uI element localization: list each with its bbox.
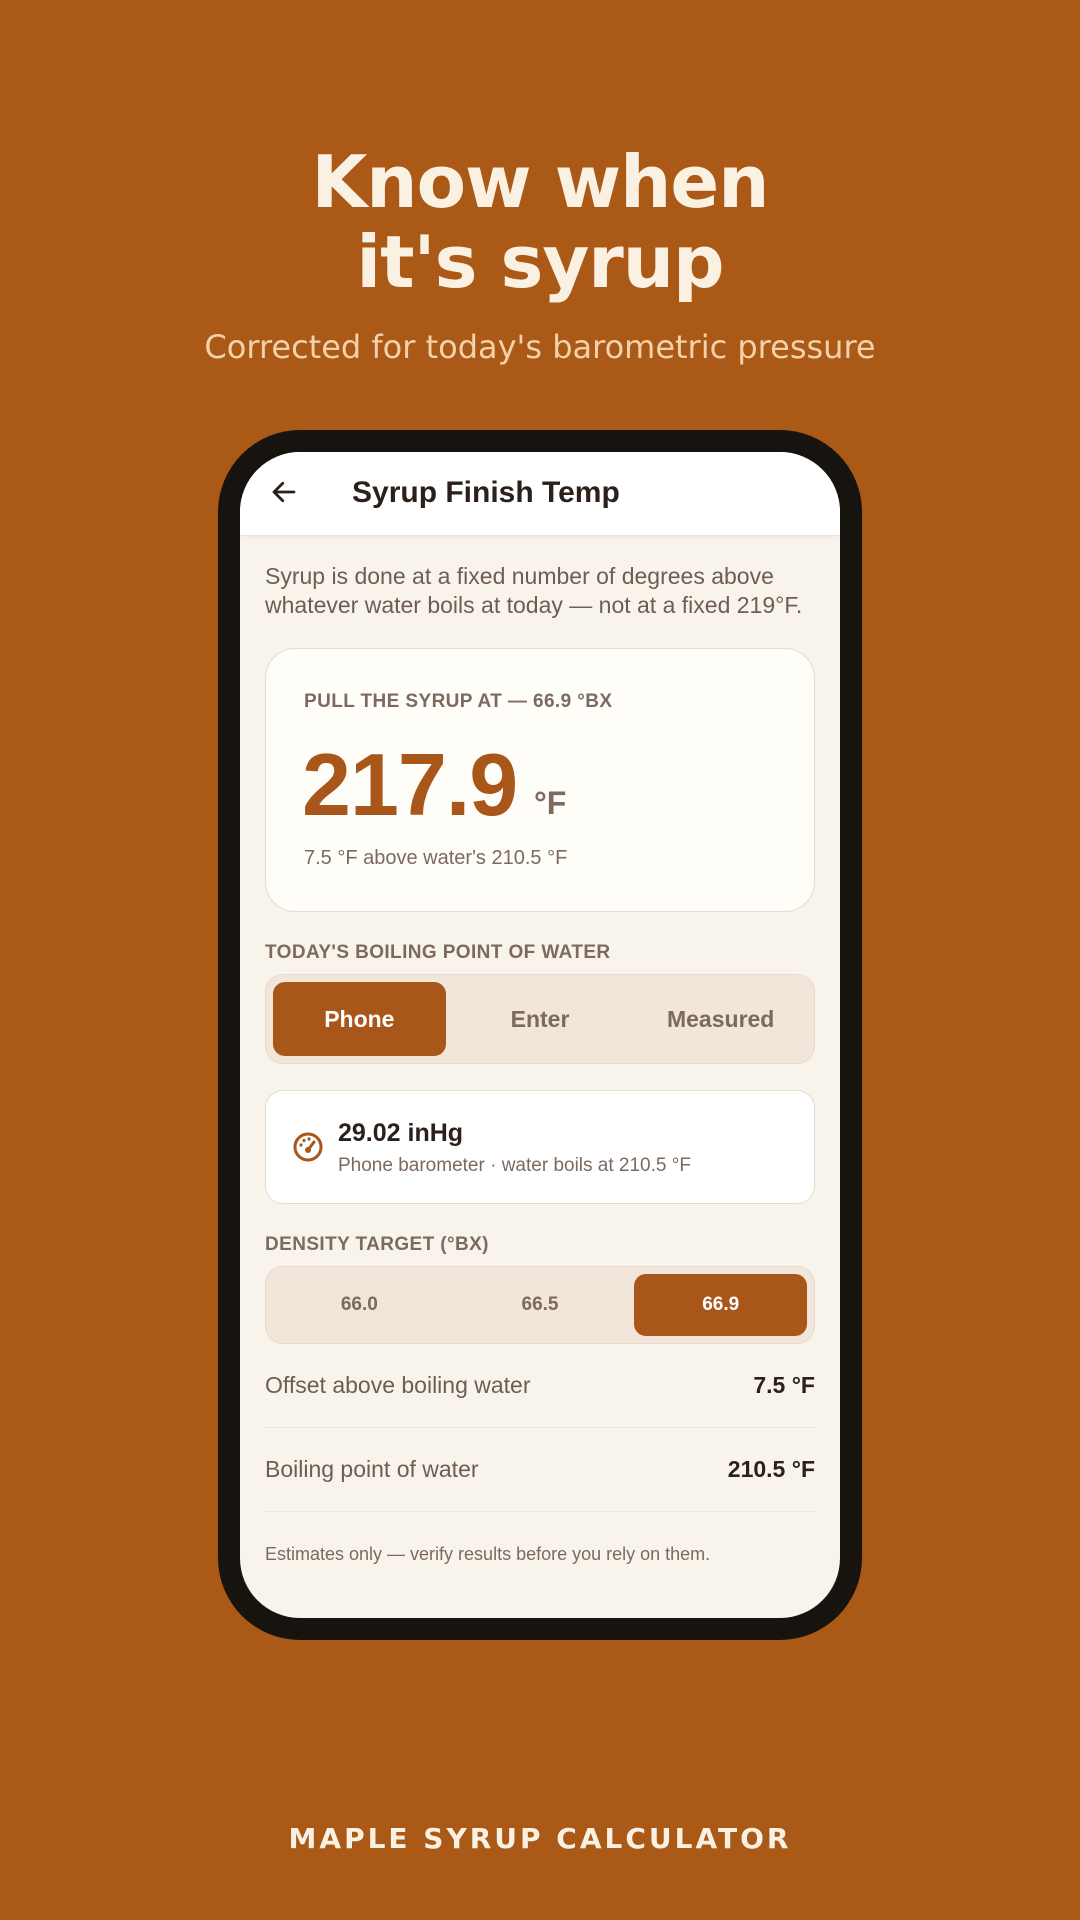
- boiling-source-enter[interactable]: Enter: [454, 982, 627, 1056]
- boiling-point-row: Boiling point of water 210.5 °F: [265, 1428, 815, 1512]
- boiling-source-phone[interactable]: Phone: [273, 982, 446, 1056]
- finish-temperature-unit: °F: [534, 785, 567, 821]
- offset-label: Offset above boiling water: [265, 1372, 531, 1398]
- density-option-66-5[interactable]: 66.5: [454, 1274, 627, 1336]
- intro-text: Syrup is done at a fixed number of degre…: [265, 563, 803, 618]
- main-content: Syrup is done at a fixed number of degre…: [265, 536, 815, 1565]
- promo-headline-line1: Know when: [311, 140, 770, 224]
- density-target-label: DENSITY TARGET (°BX): [265, 1234, 489, 1255]
- density-option-66-9[interactable]: 66.9: [634, 1274, 808, 1336]
- result-note: 7.5 °F above water's 210.5 °F: [304, 847, 568, 869]
- back-button[interactable]: [264, 472, 304, 512]
- disclaimer-text: Estimates only — verify results before y…: [265, 1544, 711, 1564]
- promo-subhead: Corrected for today's barometric pressur…: [204, 328, 876, 366]
- promo-headline-line2: it's syrup: [356, 220, 724, 304]
- boiling-source-selector: Phone Enter Measured: [265, 974, 815, 1064]
- arrow-left-icon: [272, 481, 296, 503]
- page-title: Syrup Finish Temp: [352, 476, 620, 509]
- offset-value: 7.5 °F: [753, 1372, 815, 1398]
- density-option-66-0[interactable]: 66.0: [273, 1274, 446, 1336]
- boiling-source-label: TODAY'S BOILING POINT OF WATER: [265, 942, 611, 963]
- finish-temperature: 217.9: [302, 735, 518, 834]
- offset-row: Offset above boiling water 7.5 °F: [265, 1344, 815, 1428]
- promo-headline: Know when it's syrup: [0, 142, 1080, 302]
- phone-frame: Syrup Finish Temp Syrup is done at a fix…: [218, 430, 862, 1640]
- result-card: PULL THE SYRUP AT — 66.9 °BX 217.9 °F 7.…: [265, 648, 815, 912]
- app-bar: Syrup Finish Temp: [240, 452, 840, 536]
- density-target-selector: 66.0 66.5 66.9: [265, 1266, 815, 1344]
- barometer-card: 29.02 inHg Phone barometer · water boils…: [265, 1090, 815, 1204]
- gauge-icon: [293, 1132, 323, 1162]
- barometer-note: Phone barometer · water boils at 210.5 °…: [338, 1155, 691, 1176]
- brand-name: MAPLE SYRUP CALCULATOR: [288, 1822, 792, 1855]
- result-label: PULL THE SYRUP AT — 66.9 °BX: [304, 691, 613, 712]
- boiling-source-measured[interactable]: Measured: [634, 982, 807, 1056]
- barometer-value: 29.02 inHg: [338, 1119, 464, 1147]
- boiling-point-value: 210.5 °F: [727, 1456, 815, 1482]
- phone-screen: Syrup Finish Temp Syrup is done at a fix…: [240, 452, 840, 1618]
- boiling-point-label: Boiling point of water: [265, 1456, 479, 1482]
